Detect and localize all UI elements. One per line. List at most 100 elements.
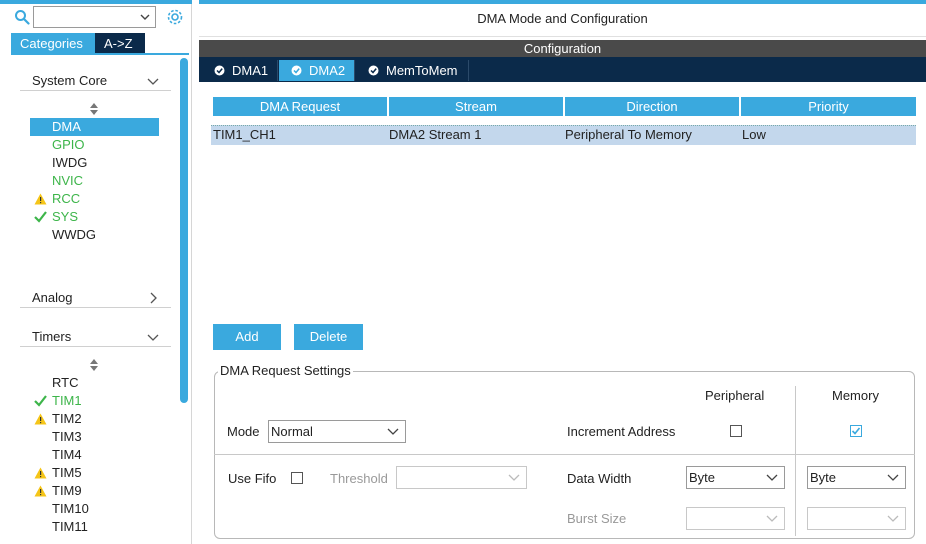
column-header-stream[interactable]: Stream [389,97,563,116]
threshold-label: Threshold [330,471,388,486]
chevron-down-icon [766,515,778,522]
chevron-right-icon [150,292,157,304]
sidebar-item-iwdg[interactable]: IWDG [30,154,159,172]
tab-categories[interactable]: Categories [11,33,95,54]
add-button[interactable]: Add [213,324,281,350]
mode-label: Mode [227,424,260,439]
sidebar-item-label: TIM3 [52,429,82,444]
chevron-down-icon [887,474,899,481]
check-circle-icon [368,65,379,76]
peripheral-column-label: Peripheral [705,388,765,403]
sidebar-item-tim11[interactable]: TIM11 [30,518,159,536]
search-input[interactable] [33,6,156,28]
sidebar-item-label: RTC [52,375,79,390]
tab-dma2[interactable]: DMA2 [279,60,355,81]
chevron-down-icon[interactable] [139,11,151,23]
main-panel: DMA Mode and Configuration Configuration… [199,0,926,544]
configuration-header: Configuration [199,40,926,57]
data-width-peripheral-select[interactable]: Byte [686,466,785,489]
column-header-priority[interactable]: Priority [741,97,916,116]
sidebar-item-tim9[interactable]: TIM9 [30,482,159,500]
sidebar-item-label: IWDG [52,155,88,170]
main-top-accent [199,0,926,4]
data-width-label: Data Width [567,471,632,486]
data-width-memory-select[interactable]: Byte [807,466,906,489]
divider [214,454,915,455]
sidebar-item-label: TIM4 [52,447,82,462]
increment-peripheral-checkbox[interactable] [730,425,742,437]
check-icon [851,427,861,435]
table-cell: Low [742,127,766,142]
sort-icon[interactable] [89,103,99,115]
sidebar: Categories A->Z System Core DMA GPIO IWD… [0,0,192,544]
sidebar-item-sys[interactable]: SYS [30,208,159,226]
sidebar-item-tim1[interactable]: TIM1 [30,392,159,410]
section-title: System Core [32,73,108,88]
sidebar-item-wwdg[interactable]: WWDG [30,226,159,244]
data-width-peripheral-value: Byte [689,470,716,485]
burst-size-peripheral-select[interactable] [686,507,785,530]
sidebar-item-label: NVIC [52,173,84,188]
tab-label: DMA1 [232,63,269,78]
sidebar-item-tim2[interactable]: TIM2 [30,410,159,428]
sidebar-item-tim4[interactable]: TIM4 [30,446,159,464]
table-cell: TIM1_CH1 [213,127,276,142]
sidebar-item-label: TIM11 [52,519,88,534]
section-analog[interactable]: Analog [20,286,171,308]
sidebar-item-label: RCC [52,191,81,206]
sidebar-item-tim10[interactable]: TIM10 [30,500,159,518]
sidebar-item-rtc[interactable]: RTC [30,374,159,392]
sidebar-item-label: TIM9 [52,483,82,498]
warning-icon [34,467,47,479]
sidebar-item-label: TIM10 [52,501,89,516]
section-title: Analog [32,290,73,305]
burst-size-label: Burst Size [567,511,627,526]
column-header-dma-request[interactable]: DMA Request [213,97,387,116]
section-timers[interactable]: Timers [20,325,171,347]
sidebar-scrollbar[interactable] [180,58,188,403]
sidebar-item-gpio[interactable]: GPIO [30,136,159,154]
increment-memory-checkbox[interactable] [850,425,862,437]
tab-memtomem[interactable]: MemToMem [356,60,469,81]
chevron-down-icon [147,334,159,341]
group-title: DMA Request Settings [218,363,353,378]
table-cell: DMA2 Stream 1 [389,127,482,142]
tab-label: DMA2 [309,63,346,78]
sidebar-item-label: SYS [52,209,79,224]
sidebar-item-label: WWDG [52,227,97,242]
sidebar-item-tim3[interactable]: TIM3 [30,428,159,446]
column-header-direction[interactable]: Direction [565,97,739,116]
sidebar-item-rcc[interactable]: RCC [30,190,159,208]
search-icon[interactable] [14,9,30,25]
warning-icon [34,485,47,497]
sidebar-item-dma[interactable]: DMA [30,118,159,136]
gear-icon[interactable] [166,8,184,26]
table-row[interactable] [211,125,916,145]
tab-label: MemToMem [386,63,458,78]
sort-icon[interactable] [89,359,99,371]
sidebar-item-label: TIM1 [52,393,82,408]
check-icon [34,211,47,223]
burst-size-memory-select[interactable] [807,507,906,530]
sidebar-item-label: DMA [52,119,81,134]
threshold-select[interactable] [396,466,527,489]
table-cell: Peripheral To Memory [565,127,692,142]
tab-underline [11,53,189,55]
use-fifo-checkbox[interactable] [291,472,303,484]
sidebar-item-tim5[interactable]: TIM5 [30,464,159,482]
tab-a-z[interactable]: A->Z [95,33,145,54]
sidebar-item-label: GPIO [52,137,85,152]
increment-address-label: Increment Address [567,424,676,439]
chevron-down-icon [147,78,159,85]
mode-select[interactable]: Normal [268,420,406,443]
check-circle-icon [214,65,225,76]
sidebar-item-nvic[interactable]: NVIC [30,172,159,190]
sidebar-item-label: TIM5 [52,465,82,480]
warning-icon [34,413,47,425]
chevron-down-icon [766,474,778,481]
section-system-core[interactable]: System Core [20,69,171,91]
mode-select-value: Normal [271,424,313,439]
tab-dma1[interactable]: DMA1 [202,60,278,81]
delete-button[interactable]: Delete [294,324,363,350]
page-title: DMA Mode and Configuration [477,11,648,26]
